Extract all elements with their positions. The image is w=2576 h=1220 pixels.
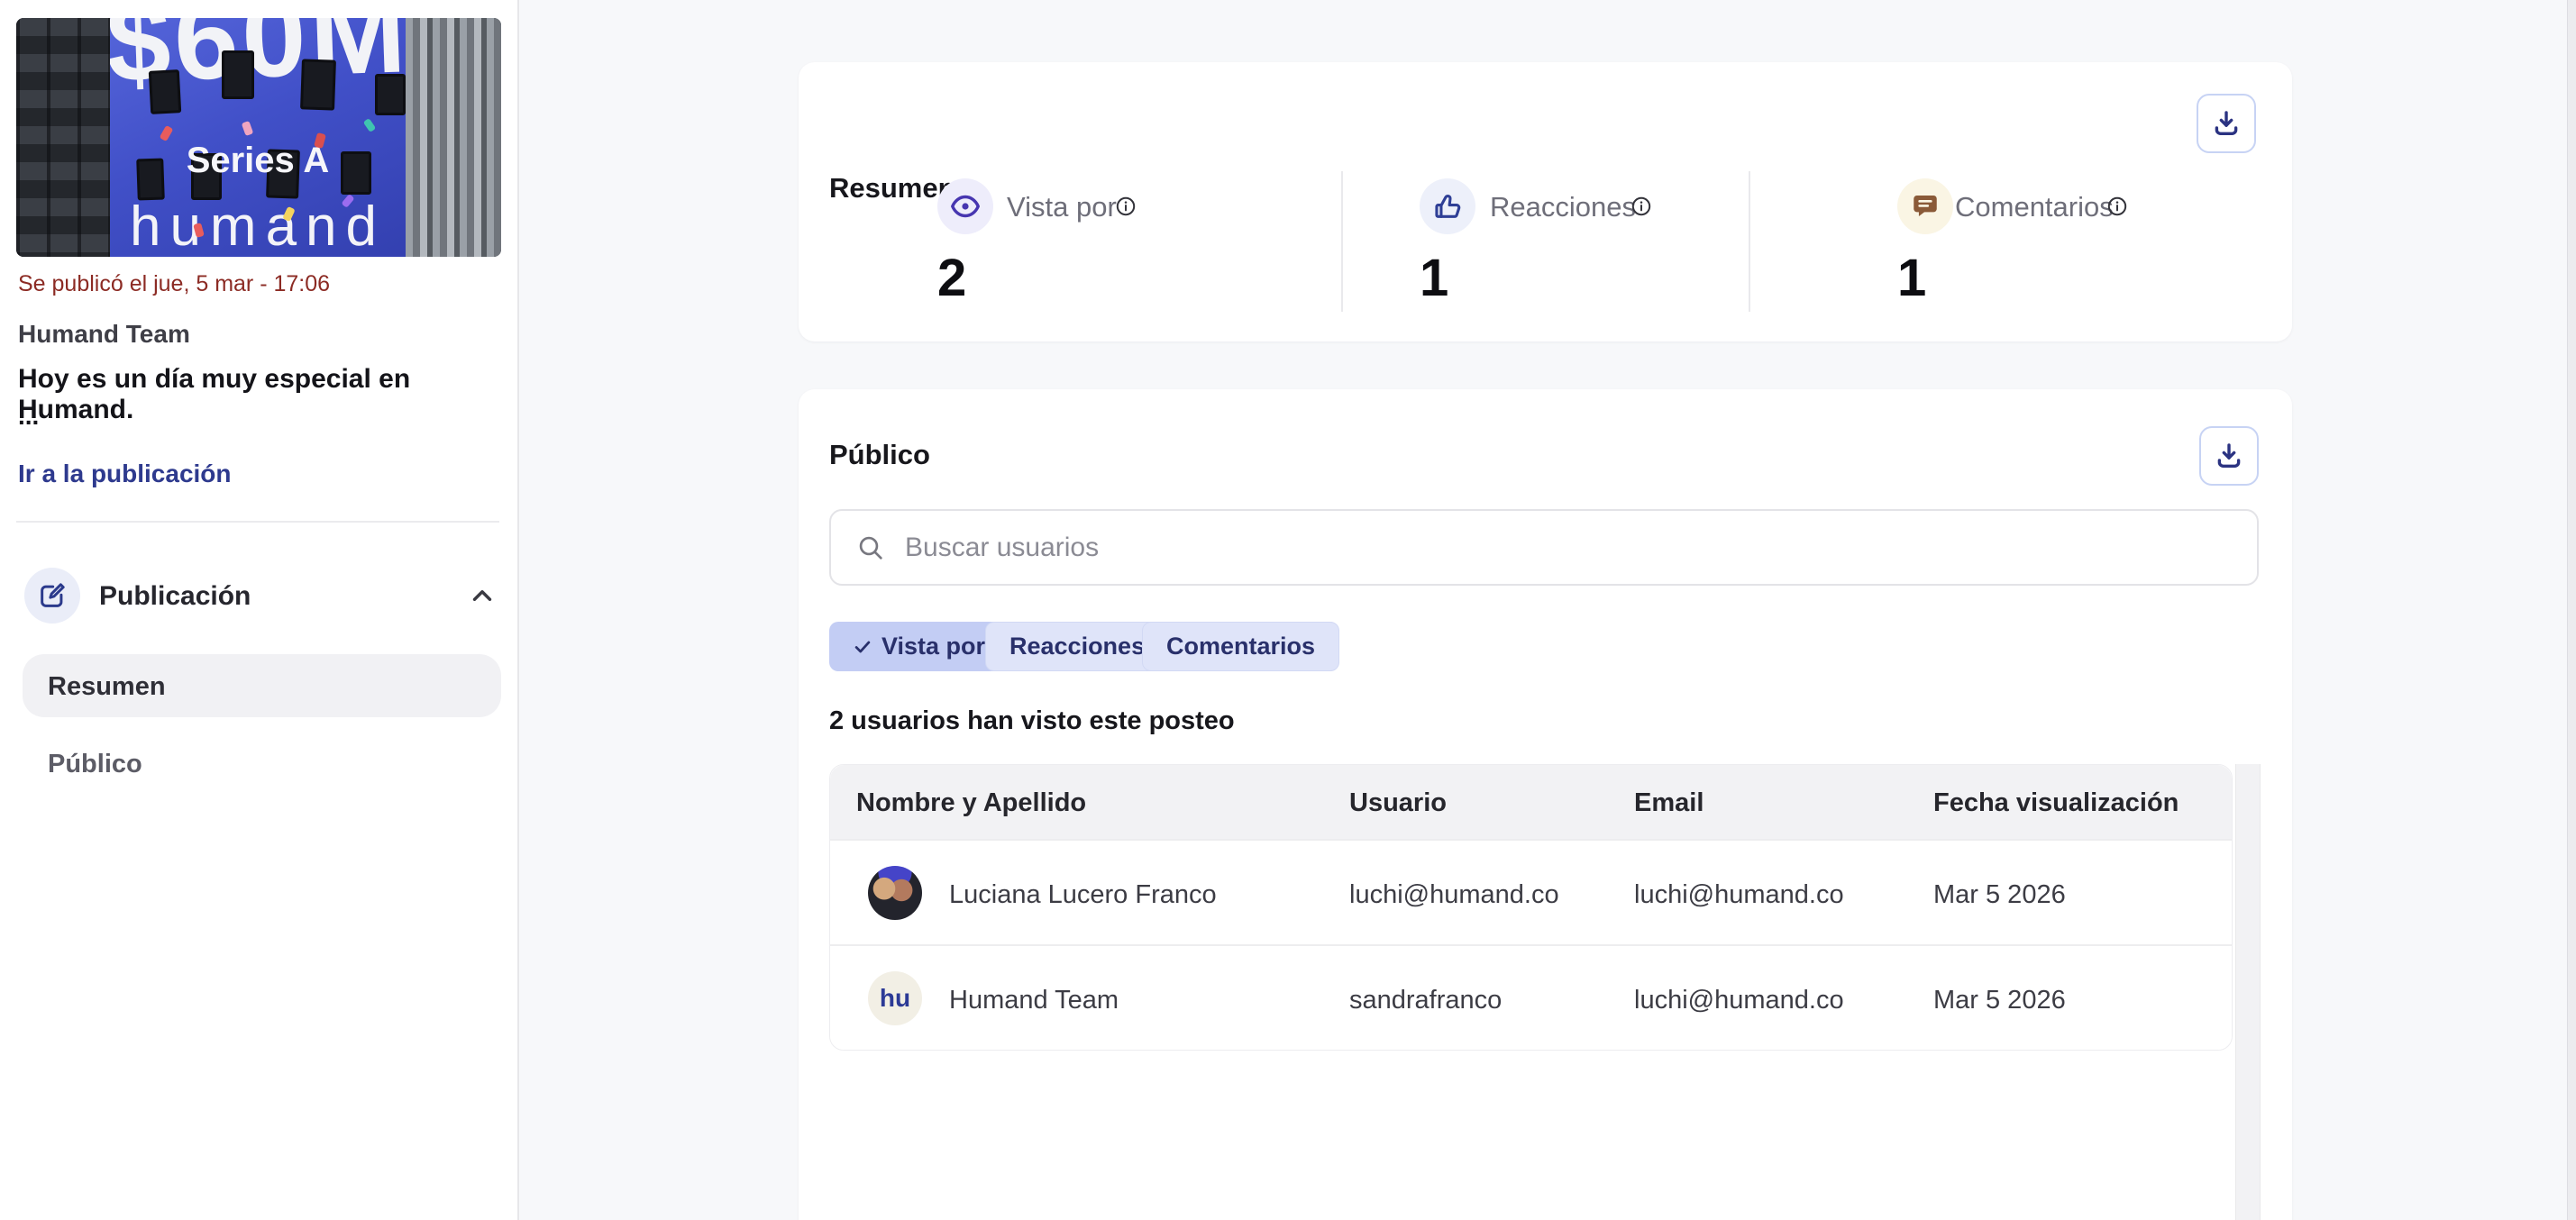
thumbnail-blue-building: $60M Series A humand <box>108 18 407 257</box>
published-date: Se publicó el jue, 5 mar - 17:06 <box>18 271 330 297</box>
resumen-card: Resumen Vista por 2 <box>799 62 2292 341</box>
views-stat-icon-circle <box>937 178 993 234</box>
publico-card: Público Vista por Reacciones Comentarios… <box>799 389 2292 1220</box>
sidebar-section-publicacion: Publicación <box>99 581 251 612</box>
reactions-stat-value: 1 <box>1420 248 1448 308</box>
chevron-up-icon[interactable] <box>467 580 498 611</box>
search-box <box>829 509 2259 586</box>
cell-date: Mar 5 2026 <box>1933 986 2066 1015</box>
comment-icon <box>1910 191 1941 222</box>
post-author: Humand Team <box>18 320 190 349</box>
cell-name: Luciana Lucero Franco <box>949 880 1217 910</box>
filter-chip-label: Reacciones <box>1009 633 1145 660</box>
column-header-date: Fecha visualización <box>1933 788 2179 818</box>
views-info-icon[interactable] <box>1115 196 1137 217</box>
sidebar-item-resumen-label: Resumen <box>48 672 166 702</box>
humand-analytics-page: $60M Series A humand <box>0 0 2576 1220</box>
reactions-stat-label: Reacciones <box>1490 191 1636 223</box>
table-scrollbar[interactable] <box>2235 764 2261 1220</box>
thumbnail-left-building <box>16 18 110 257</box>
resumen-download-button[interactable] <box>2197 94 2256 153</box>
comments-stat-icon-circle <box>1897 178 1953 234</box>
column-header-name: Nombre y Apellido <box>856 788 1086 818</box>
viewers-table: Nombre y Apellido Usuario Email Fecha vi… <box>829 764 2233 1051</box>
stat-divider <box>1341 171 1343 312</box>
comments-stat-value: 1 <box>1897 248 1926 308</box>
pencil-icon <box>37 580 68 611</box>
thumbnail-right-building <box>406 18 501 257</box>
views-stat-label: Vista por <box>1007 191 1117 223</box>
table-row[interactable]: Luciana Lucero Franco luchi@humand.co lu… <box>830 839 2232 944</box>
sidebar-divider <box>16 521 499 523</box>
search-input[interactable] <box>905 533 2167 563</box>
sidebar-item-publico[interactable]: Público <box>48 750 142 779</box>
comments-stat-label: Comentarios <box>1955 191 2114 223</box>
post-thumbnail-image: $60M Series A humand <box>16 18 501 257</box>
download-icon <box>2214 441 2244 471</box>
cell-username: luchi@humand.co <box>1349 880 1559 910</box>
go-to-post-link[interactable]: Ir a la publicación <box>18 460 232 488</box>
thumbnail-series-a-text: Series A <box>108 141 407 181</box>
cell-email: luchi@humand.co <box>1634 986 1844 1015</box>
check-icon <box>853 637 872 657</box>
publico-download-button[interactable] <box>2199 426 2259 486</box>
publico-card-title: Público <box>829 439 930 471</box>
download-icon <box>2211 108 2242 139</box>
filter-chip-label: Vista por <box>882 633 985 660</box>
comments-info-icon[interactable] <box>2106 196 2128 217</box>
publication-edit-icon <box>24 568 80 624</box>
thumbs-up-icon <box>1432 191 1463 222</box>
thumbnail-humand-text: humand <box>108 195 407 257</box>
resumen-card-title: Resumen <box>829 172 955 205</box>
column-header-email: Email <box>1634 788 1704 818</box>
reactions-info-icon[interactable] <box>1631 196 1652 217</box>
column-header-username: Usuario <box>1349 788 1447 818</box>
stat-divider <box>1749 171 1750 312</box>
sidebar: $60M Series A humand <box>0 0 519 1220</box>
filter-chip-vista-por[interactable]: Vista por <box>829 622 1009 671</box>
cell-username: sandrafranco <box>1349 986 1502 1015</box>
cell-name: Humand Team <box>949 986 1119 1015</box>
views-stat-value: 2 <box>937 248 966 308</box>
post-ellipsis: ... <box>18 402 39 431</box>
viewers-summary-text: 2 usuarios han visto este posteo <box>829 706 1235 736</box>
reactions-stat-icon-circle <box>1420 178 1475 234</box>
eye-icon <box>949 190 982 223</box>
table-row[interactable]: hu Humand Team sandrafranco luchi@humand… <box>830 944 2232 1050</box>
sidebar-item-resumen[interactable]: Resumen <box>23 654 501 717</box>
cell-date: Mar 5 2026 <box>1933 880 2066 910</box>
filter-chip-label: Comentarios <box>1166 633 1315 660</box>
post-title: Hoy es un día muy especial en Humand. <box>18 364 517 425</box>
table-header-row: Nombre y Apellido Usuario Email Fecha vi… <box>830 765 2232 839</box>
avatar <box>868 866 922 920</box>
filter-chip-comentarios[interactable]: Comentarios <box>1142 622 1339 671</box>
avatar: hu <box>868 971 922 1025</box>
page-scrollbar[interactable] <box>2567 0 2576 1220</box>
cell-email: luchi@humand.co <box>1634 880 1844 910</box>
search-icon <box>856 533 885 562</box>
